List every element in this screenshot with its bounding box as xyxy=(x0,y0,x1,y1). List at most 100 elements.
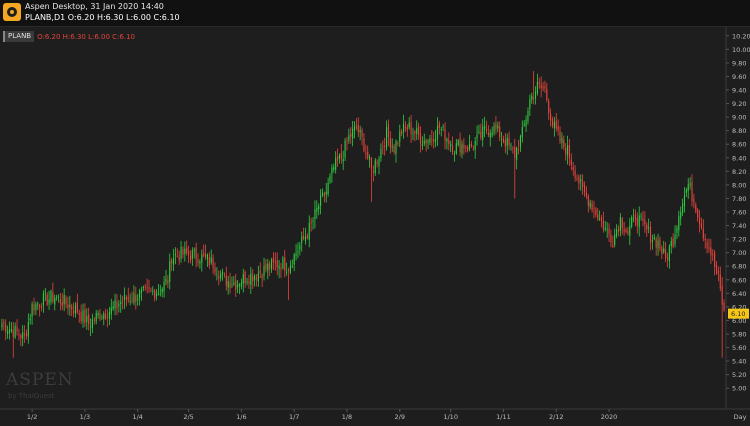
candle xyxy=(365,144,367,160)
candle-body xyxy=(565,147,567,155)
candle xyxy=(120,294,122,313)
candle-body xyxy=(129,301,131,303)
candle xyxy=(531,92,533,104)
chart-area[interactable]: 10.20 10.00 9.80 9.60 9.40 9.20 9.00 8.80 8.60 8.… xyxy=(0,27,750,422)
x-tick-label: 1/10 xyxy=(443,413,458,421)
candle xyxy=(352,120,354,147)
candle xyxy=(137,293,139,306)
candle-body xyxy=(201,254,203,263)
y-tick-label: 8.40 xyxy=(732,154,746,162)
candle-body xyxy=(108,312,110,319)
candle xyxy=(267,258,269,280)
candle xyxy=(103,311,105,326)
candle xyxy=(359,125,361,141)
candle-body xyxy=(484,126,486,129)
legend-symbol[interactable]: PLANB xyxy=(3,31,35,42)
candle-body xyxy=(314,209,316,220)
candle-body xyxy=(186,247,188,254)
candle xyxy=(418,122,420,140)
candle-body xyxy=(99,313,101,320)
candle-body xyxy=(350,133,352,137)
candle xyxy=(133,285,135,306)
candle xyxy=(221,268,224,281)
candle xyxy=(348,128,350,144)
candle xyxy=(276,252,278,276)
candle-body xyxy=(323,193,325,197)
candle xyxy=(272,252,275,270)
candle xyxy=(39,303,41,317)
candle-body xyxy=(78,313,80,315)
candle xyxy=(461,140,463,159)
candle xyxy=(455,138,457,155)
candle xyxy=(691,174,693,207)
candle xyxy=(152,286,154,296)
candle-body xyxy=(387,124,390,138)
candle-body xyxy=(612,245,614,247)
candle xyxy=(612,235,614,249)
candle xyxy=(706,238,708,254)
candle-body xyxy=(220,273,222,279)
candle xyxy=(600,214,603,228)
candle-body xyxy=(193,249,195,251)
aspen-app-icon xyxy=(3,3,21,21)
candle-body xyxy=(687,184,689,192)
candle xyxy=(303,227,305,241)
candle-body xyxy=(704,238,706,240)
candle-body xyxy=(188,251,190,256)
candle xyxy=(357,117,359,137)
y-tick-label: 9.80 xyxy=(732,59,746,67)
candle-body xyxy=(365,152,367,154)
candle-body xyxy=(661,247,663,254)
candle xyxy=(95,309,97,325)
candle-body xyxy=(621,218,623,229)
candle xyxy=(723,299,725,313)
candle xyxy=(606,222,608,238)
candle-body xyxy=(668,246,670,262)
candle xyxy=(323,191,325,203)
candle-body xyxy=(97,313,99,316)
candle xyxy=(246,278,248,286)
candle-body xyxy=(7,331,9,334)
candle xyxy=(314,200,316,229)
candle xyxy=(399,124,401,148)
candle-body xyxy=(614,234,616,245)
candle-body xyxy=(338,155,340,159)
candle xyxy=(54,294,56,311)
candle-body xyxy=(355,126,357,128)
candle xyxy=(668,244,670,269)
y-tick-label: 8.80 xyxy=(732,127,746,135)
candle-body xyxy=(57,296,60,298)
candle xyxy=(225,266,227,291)
candle-body xyxy=(18,334,20,336)
candle-body xyxy=(397,143,399,144)
candle-body xyxy=(593,208,595,209)
candle-body xyxy=(451,145,454,153)
candlestick-chart[interactable]: 10.20 10.00 9.80 9.60 9.40 9.20 9.00 8.80 8.60 8.… xyxy=(0,27,750,422)
candle xyxy=(342,150,344,171)
y-tick-label: 8.60 xyxy=(732,141,746,149)
candle-body xyxy=(369,157,371,160)
candle-body xyxy=(293,254,295,265)
candle-body xyxy=(610,234,612,243)
candle-body xyxy=(110,307,112,315)
candle-body xyxy=(184,248,186,254)
candle-body xyxy=(8,329,11,333)
candle xyxy=(25,329,28,340)
y-tick-label: 9.60 xyxy=(732,73,746,81)
candle xyxy=(525,115,527,132)
candle xyxy=(61,293,63,310)
candle-body xyxy=(148,287,150,289)
candle-body xyxy=(191,250,193,259)
candle xyxy=(150,287,152,293)
candle xyxy=(655,236,657,256)
candle-body xyxy=(472,147,474,149)
candle-body xyxy=(640,215,642,217)
candle xyxy=(108,306,110,326)
candle xyxy=(299,241,301,256)
candle xyxy=(512,146,514,154)
candle xyxy=(5,319,7,341)
candle xyxy=(227,275,229,295)
candle-body xyxy=(423,141,425,144)
candle-body xyxy=(378,158,380,166)
candle-body xyxy=(101,317,103,319)
